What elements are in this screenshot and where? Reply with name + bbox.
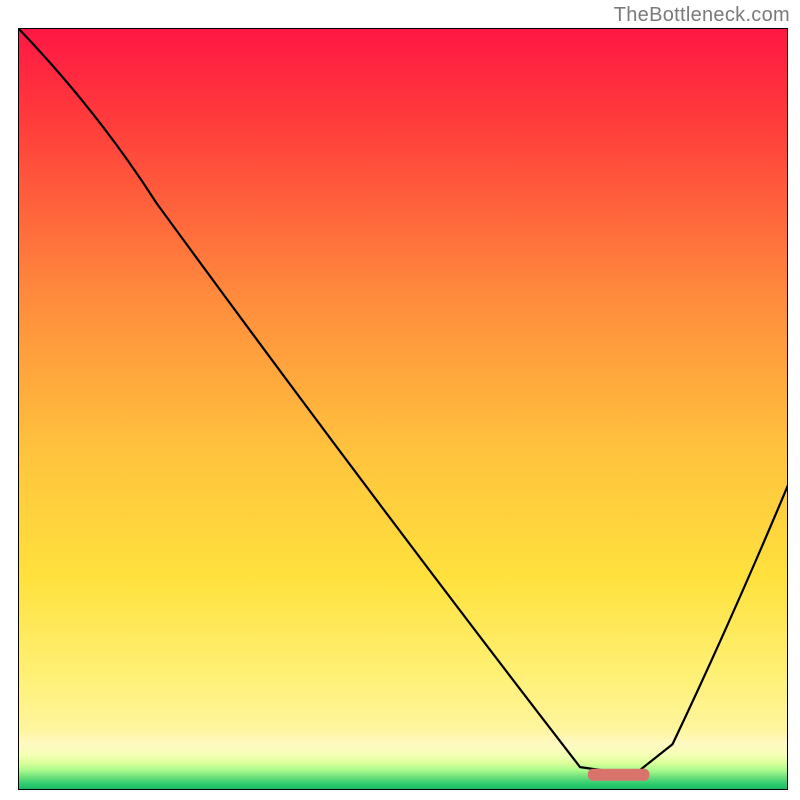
watermark-text: TheBottleneck.com [614,4,790,27]
chart-plot-area [18,28,788,790]
chart-svg [18,28,788,790]
optimal-zone-marker [588,769,650,781]
gradient-background [18,28,788,790]
